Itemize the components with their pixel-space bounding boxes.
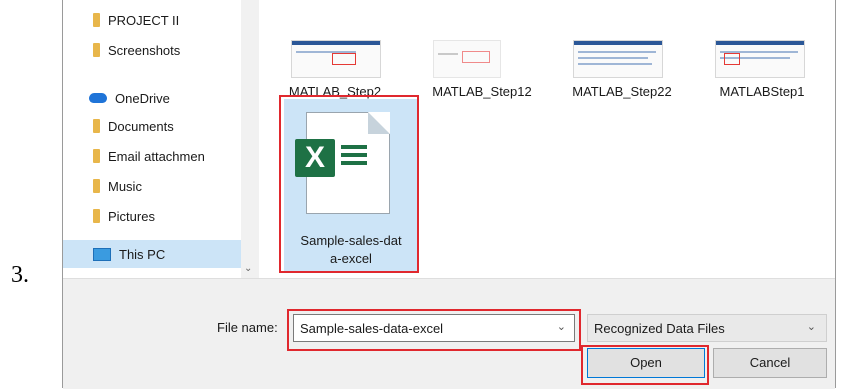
file-name-label: File name: xyxy=(217,320,278,335)
file-thumbnail[interactable] xyxy=(573,40,663,78)
nav-item-music[interactable]: Music xyxy=(93,172,142,200)
nav-item-label: OneDrive xyxy=(115,90,170,106)
folder-icon xyxy=(93,209,100,223)
chevron-down-icon[interactable]: ⌄ xyxy=(244,263,252,274)
nav-item-label: Email attachmen xyxy=(108,148,205,164)
folder-icon xyxy=(93,119,100,133)
nav-item-label: Pictures xyxy=(108,208,155,224)
nav-item-label: Documents xyxy=(108,118,174,134)
folder-icon xyxy=(93,179,100,193)
cancel-button[interactable]: Cancel xyxy=(713,348,827,378)
nav-scrollbar[interactable]: ⌄ xyxy=(241,0,259,278)
highlight-box xyxy=(581,345,709,385)
nav-item-email-attachments[interactable]: Email attachmen xyxy=(93,142,205,170)
nav-item-pictures[interactable]: Pictures xyxy=(93,202,155,230)
file-name-label[interactable]: MATLABStep1 xyxy=(707,84,817,99)
nav-item-label: This PC xyxy=(119,246,166,262)
dialog-footer: File name: Sample-sales-data-excel ⌄ Rec… xyxy=(63,278,835,389)
nav-item-label: PROJECT II xyxy=(108,12,180,28)
file-name-label[interactable]: MATLAB_Step22 xyxy=(567,84,677,99)
chevron-down-icon[interactable]: ⌄ xyxy=(807,320,816,333)
file-thumbnail[interactable] xyxy=(291,40,381,78)
navigation-pane: PROJECT II Screenshots OneDrive Document… xyxy=(63,0,259,278)
file-thumbnail[interactable] xyxy=(715,40,805,78)
file-type-value: Recognized Data Files xyxy=(594,321,725,336)
highlight-box xyxy=(279,95,419,273)
onedrive-cloud-icon xyxy=(89,93,107,103)
folder-icon xyxy=(93,149,100,163)
nav-item-label: Screenshots xyxy=(108,42,181,58)
nav-item-onedrive[interactable]: OneDrive xyxy=(89,84,170,112)
nav-item-this-pc[interactable]: This PC xyxy=(63,240,241,268)
file-name-label[interactable]: MATLAB_Step12 xyxy=(427,84,537,99)
step-number: 3. xyxy=(11,262,29,288)
computer-icon xyxy=(93,247,111,261)
open-file-dialog: PROJECT II Screenshots OneDrive Document… xyxy=(62,0,836,389)
highlight-box xyxy=(287,309,581,351)
nav-item-project-ii[interactable]: PROJECT II xyxy=(93,6,179,34)
file-type-dropdown[interactable]: Recognized Data Files ⌄ xyxy=(587,314,827,342)
folder-icon xyxy=(93,43,100,57)
nav-item-documents[interactable]: Documents xyxy=(93,112,174,140)
file-list-pane: MATLAB_Step2 MATLAB_Step12 MATLAB_Step22… xyxy=(267,0,835,278)
file-thumbnail[interactable] xyxy=(433,40,501,78)
nav-item-screenshots[interactable]: Screenshots xyxy=(93,36,180,64)
nav-item-label: Music xyxy=(108,178,142,194)
folder-icon xyxy=(93,13,100,27)
